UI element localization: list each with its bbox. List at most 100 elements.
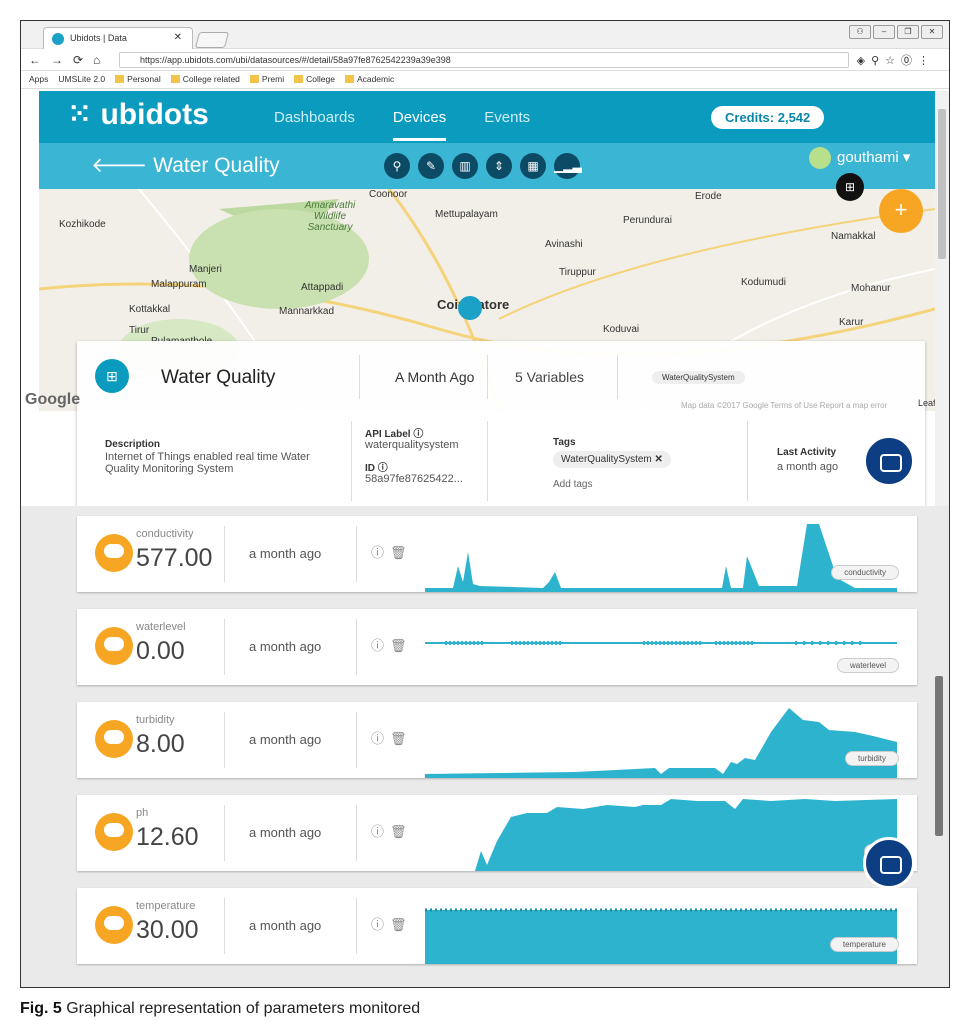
minimize-icon[interactable]: – [873, 25, 895, 39]
variable-row-conductivity[interactable]: conductivity 577.00 a month ago ⓘ🗑 condu… [77, 516, 917, 592]
map-label: Namakkal [831, 231, 876, 242]
chart-legend: turbidity [844, 751, 899, 766]
nav-dashboards[interactable]: Dashboards [274, 109, 355, 141]
map-label: Coonoor [369, 189, 408, 200]
close-window-icon[interactable]: ✕ [921, 25, 943, 39]
sparkline-ph [425, 799, 897, 871]
description-text[interactable]: Internet of Things enabled real time Wat… [105, 451, 345, 475]
new-tab-button[interactable] [194, 32, 230, 48]
bookmark-umslite[interactable]: UMSLite 2.0 [58, 74, 105, 85]
variable-name: conductivity [136, 528, 194, 540]
bookmark-premi[interactable]: Premi [249, 74, 284, 85]
map-label: Manjeri [189, 264, 222, 275]
trash-icon[interactable]: 🗑 [390, 638, 413, 653]
variable-time: a month ago [249, 732, 322, 747]
map-label: Mettupalayam [435, 209, 498, 220]
cloud-upload-icon [95, 906, 133, 944]
chat-button[interactable] [863, 837, 915, 889]
divider [356, 526, 357, 582]
info-icon[interactable]: ⓘ [371, 917, 390, 932]
variable-time: a month ago [249, 825, 322, 840]
sparkline-conductivity [425, 524, 897, 592]
bookmark-personal[interactable]: Personal [115, 74, 161, 85]
divider [359, 355, 360, 399]
credits-badge[interactable]: Credits: 2,542 [711, 106, 825, 129]
bookmark-college[interactable]: College [294, 74, 335, 85]
variable-value: 12.60 [136, 823, 199, 851]
user-icon[interactable]: ⚇ [849, 25, 871, 39]
address-actions[interactable]: ◈⚲☆⓪⋮ [857, 52, 935, 68]
figure-caption: Fig. 5 Graphical representation of param… [20, 1000, 421, 1017]
info-icon[interactable]: ⓘ [371, 731, 390, 746]
remove-tag-icon[interactable]: ✕ [655, 454, 663, 465]
variable-row-waterlevel[interactable]: waterlevel 0.00 a month ago ⓘ🗑 waterleve… [77, 609, 917, 685]
variable-row-ph[interactable]: ph 12.60 a month ago ⓘ🗑 ph [77, 795, 917, 871]
trash-icon[interactable]: ▥ [452, 153, 478, 179]
chart-icon[interactable]: ▁▂▃ [554, 153, 582, 179]
sparkline-waterlevel [425, 641, 897, 645]
device-map-marker[interactable] [458, 296, 482, 320]
variable-actions: ⓘ🗑 [371, 914, 413, 933]
bookmark-apps[interactable]: Apps [29, 74, 48, 85]
maximize-icon[interactable]: ❐ [897, 25, 919, 39]
bookmarks-bar: Apps UMSLite 2.0 Personal College relate… [21, 71, 949, 89]
chip-icon[interactable]: ⊞ [836, 173, 864, 201]
map-label: Perundurai [623, 215, 672, 226]
device-tools: ⚲ ✎ ▥ ⇕ ▦ ▁▂▃ [384, 153, 582, 179]
user-menu[interactable]: gouthami ▾ [809, 147, 910, 169]
cloud-upload-icon [95, 534, 133, 572]
trash-icon[interactable]: 🗑 [390, 917, 413, 932]
browser-tab[interactable]: Ubidots | Data ✕ [43, 27, 193, 49]
ubidots-logo[interactable]: ⁙ ubidots [67, 97, 209, 132]
close-tab-icon[interactable]: ✕ [174, 32, 182, 43]
url-input[interactable]: https://app.ubidots.com/ubi/datasources/… [119, 52, 849, 68]
variable-value: 8.00 [136, 730, 185, 758]
nav-events[interactable]: Events [484, 109, 530, 141]
tags-heading: Tags [553, 437, 576, 448]
api-label-heading: API Label ⓘ [365, 429, 424, 440]
variable-value: 0.00 [136, 637, 185, 665]
variable-time: a month ago [249, 918, 322, 933]
tag-chip[interactable]: WaterQualitySystem ✕ [553, 451, 671, 468]
info-icon[interactable]: ⓘ [371, 545, 390, 560]
nav-buttons[interactable]: ←→⟳⌂ [29, 53, 110, 67]
chat-button[interactable] [863, 435, 915, 487]
divider [356, 898, 357, 954]
device-name[interactable]: Water Quality [161, 367, 275, 389]
nav-devices[interactable]: Devices [392, 109, 447, 141]
map-attribution[interactable]: Map data ©2017 Google Terms of Use Repor… [681, 401, 887, 410]
map-label: Mohanur [851, 283, 891, 294]
variable-row-turbidity[interactable]: turbidity 8.00 a month ago ⓘ🗑 turbidity [77, 702, 917, 778]
grid-icon[interactable]: ▦ [520, 153, 546, 179]
add-tags-input[interactable]: Add tags [553, 479, 592, 490]
trash-icon[interactable]: 🗑 [390, 731, 413, 746]
scrollbar-thumb[interactable] [935, 676, 943, 836]
bookmark-academic[interactable]: Academic [344, 74, 394, 85]
trash-icon[interactable]: 🗑 [390, 824, 413, 839]
device-badge: WaterQualitySystem [652, 371, 745, 384]
divider [356, 619, 357, 675]
search-icon[interactable]: ⚲ [384, 153, 410, 179]
edit-icon[interactable]: ✎ [418, 153, 444, 179]
variable-row-temperature[interactable]: temperature 30.00 a month ago ⓘ🗑 tempera… [77, 888, 917, 964]
variable-value: 577.00 [136, 544, 213, 572]
sort-icon[interactable]: ⇕ [486, 153, 512, 179]
top-scrollbar[interactable] [935, 91, 949, 521]
bookmark-college-related[interactable]: College related [170, 74, 240, 85]
scrollbar-thumb[interactable] [938, 109, 946, 259]
address-bar: ←→⟳⌂ https://app.ubidots.com/ubi/datasou… [21, 49, 949, 71]
chart-legend: conductivity [831, 565, 899, 580]
trash-icon[interactable]: 🗑 [390, 545, 413, 560]
ubidots-favicon-icon [52, 33, 64, 45]
info-icon[interactable]: ⓘ [371, 638, 390, 653]
back-to-devices[interactable]: 🡐 Water Quality [91, 153, 280, 178]
api-label-value[interactable]: waterqualitysystem [365, 439, 459, 451]
variable-value: 30.00 [136, 916, 199, 944]
variable-name: waterlevel [136, 621, 186, 633]
info-icon[interactable]: ⓘ [371, 824, 390, 839]
folder-icon [115, 75, 125, 83]
map-label: Avinashi [545, 239, 583, 250]
lower-scrollbar[interactable] [933, 516, 949, 987]
add-button[interactable]: + [879, 189, 923, 233]
description-heading: Description [105, 439, 161, 450]
